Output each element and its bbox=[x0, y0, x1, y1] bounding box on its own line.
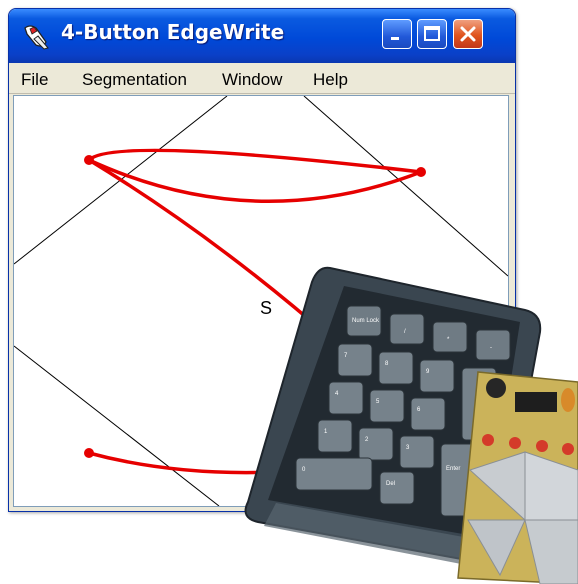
key bbox=[389, 313, 425, 345]
key-label: Enter bbox=[446, 466, 460, 472]
key bbox=[475, 329, 511, 361]
led bbox=[562, 443, 574, 455]
chip bbox=[515, 392, 557, 412]
key-label: Num Lock bbox=[352, 318, 380, 324]
led bbox=[536, 440, 548, 452]
circuit-board bbox=[457, 371, 578, 584]
key bbox=[419, 359, 455, 393]
key bbox=[337, 343, 373, 377]
key bbox=[379, 471, 415, 505]
key bbox=[295, 457, 373, 491]
capacitor bbox=[561, 388, 575, 412]
key bbox=[328, 381, 364, 415]
key bbox=[369, 389, 405, 423]
key-label: Del bbox=[386, 481, 395, 487]
key bbox=[399, 435, 435, 469]
led bbox=[482, 434, 494, 446]
key bbox=[317, 419, 353, 453]
key bbox=[432, 321, 468, 353]
capacitor bbox=[486, 378, 506, 398]
key-label: - bbox=[490, 345, 492, 351]
key bbox=[410, 397, 446, 431]
led bbox=[509, 437, 521, 449]
key bbox=[378, 351, 414, 385]
key bbox=[358, 427, 394, 461]
hardware-photo: Num Lock / * - 7 8 9 4 5 6 1 2 3 0 Del E… bbox=[244, 266, 578, 584]
